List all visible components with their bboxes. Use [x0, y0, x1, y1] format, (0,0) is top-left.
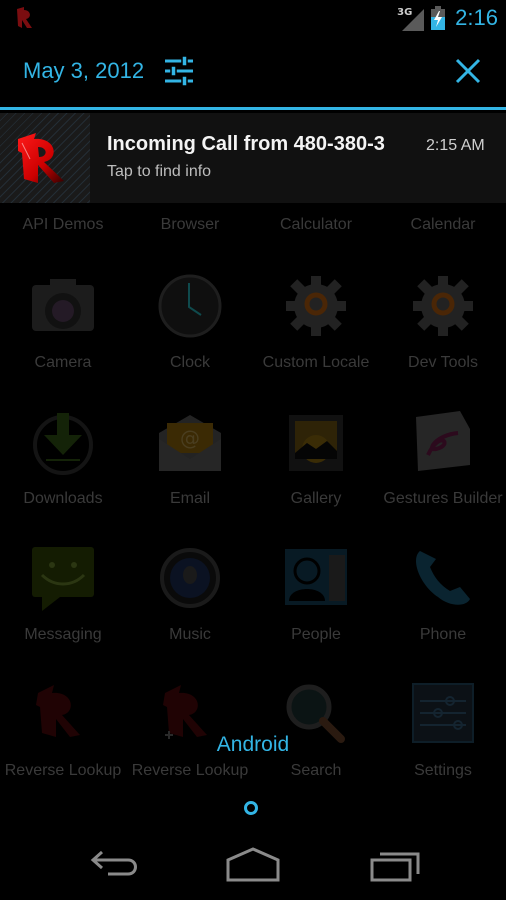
messaging-icon	[32, 547, 94, 611]
reverse-lookup-r-icon	[17, 7, 32, 28]
reverse-lookup-r-icon	[18, 133, 64, 183]
svg-text:@: @	[180, 426, 200, 450]
app-label: Reverse Lookup	[131, 762, 249, 779]
download-icon	[33, 413, 93, 475]
app-custom-locale[interactable]: Custom Locale	[253, 273, 379, 372]
status-clock: 2:16	[455, 5, 498, 30]
app-clock[interactable]: Clock	[127, 273, 253, 372]
app-phone[interactable]: Phone	[380, 545, 506, 644]
close-x-icon[interactable]	[453, 56, 483, 86]
quick-settings-button[interactable]	[163, 56, 195, 86]
notification-title: Incoming Call from 480-380-3	[107, 133, 385, 155]
gear-icon	[413, 276, 473, 336]
app-drawer-grid: API Demos Browser Calculator Calendar Ca…	[0, 203, 506, 793]
app-gestures-builder[interactable]: Gestures Builder	[380, 409, 506, 508]
app-search[interactable]: Search	[253, 681, 379, 780]
app-label: Dev Tools	[408, 354, 478, 371]
app-dev-tools[interactable]: Dev Tools	[380, 273, 506, 372]
app-label: Custom Locale	[262, 354, 370, 371]
app-browser[interactable]: Browser	[127, 215, 253, 234]
app-label: Phone	[419, 626, 467, 643]
app-settings[interactable]: Settings	[380, 681, 506, 780]
clock-icon	[158, 274, 222, 338]
notification-icon-frame	[0, 113, 90, 203]
app-label: Gallery	[290, 490, 342, 507]
app-label: Settings	[414, 762, 472, 779]
app-label: Search	[290, 762, 342, 779]
notification-time: 2:15 AM	[426, 137, 485, 154]
app-label: Calculator	[279, 216, 353, 233]
email-icon: @	[159, 415, 221, 471]
app-people[interactable]: People	[253, 545, 379, 644]
notification-subtitle: Tap to find info	[107, 163, 212, 180]
battery-charging-icon	[431, 6, 446, 30]
cell-signal-icon: 3G	[397, 5, 425, 31]
app-label: Email	[169, 490, 210, 507]
app-email[interactable]: @ Email	[127, 409, 253, 508]
app-messaging[interactable]: Messaging	[0, 545, 126, 644]
app-label: Downloads	[23, 490, 103, 507]
music-speaker-icon	[160, 548, 220, 608]
app-gallery[interactable]: Gallery	[253, 409, 379, 508]
app-calculator[interactable]: Calculator	[253, 215, 379, 234]
carrier-label: Android	[216, 733, 290, 756]
header-divider	[0, 107, 506, 110]
phone-handset-icon	[416, 551, 470, 605]
notification-shade-header: May 3, 2012	[0, 36, 506, 107]
app-label: API Demos	[22, 216, 104, 233]
date-label: May 3, 2012	[23, 58, 145, 83]
app-label: Browser	[160, 216, 220, 233]
app-label: Calendar	[410, 216, 476, 233]
people-contact-icon	[285, 549, 347, 605]
app-music[interactable]: Music	[127, 545, 253, 644]
status-bar: 3G 2:16	[0, 0, 506, 36]
navigation-bar	[0, 826, 506, 900]
notification-item[interactable]: Incoming Call from 480-380-3 2:15 AM Tap…	[0, 113, 506, 203]
recent-apps-icon[interactable]	[366, 846, 426, 886]
app-api-demos[interactable]: API Demos	[0, 215, 126, 234]
app-label: Music	[169, 626, 211, 643]
home-icon[interactable]	[223, 846, 283, 886]
app-downloads[interactable]: Downloads	[0, 409, 126, 508]
app-label: Camera	[34, 354, 92, 371]
app-calendar[interactable]: Calendar	[380, 215, 506, 234]
app-label: People	[291, 626, 341, 643]
app-label: Clock	[169, 354, 210, 371]
app-label: Messaging	[24, 626, 102, 643]
camera-icon	[32, 279, 94, 331]
app-reverse-lookup-add[interactable]: Reverse Lookup	[127, 681, 253, 780]
gallery-icon	[289, 415, 343, 471]
app-reverse-lookup[interactable]: Reverse Lookup	[0, 681, 126, 780]
back-arrow-icon[interactable]	[84, 846, 144, 886]
gestures-builder-icon	[416, 411, 470, 471]
app-label: Gestures Builder	[383, 490, 503, 507]
page-indicator	[244, 801, 258, 815]
app-camera[interactable]: Camera	[0, 273, 126, 372]
gear-icon	[286, 276, 346, 336]
app-label: Reverse Lookup	[4, 762, 122, 779]
